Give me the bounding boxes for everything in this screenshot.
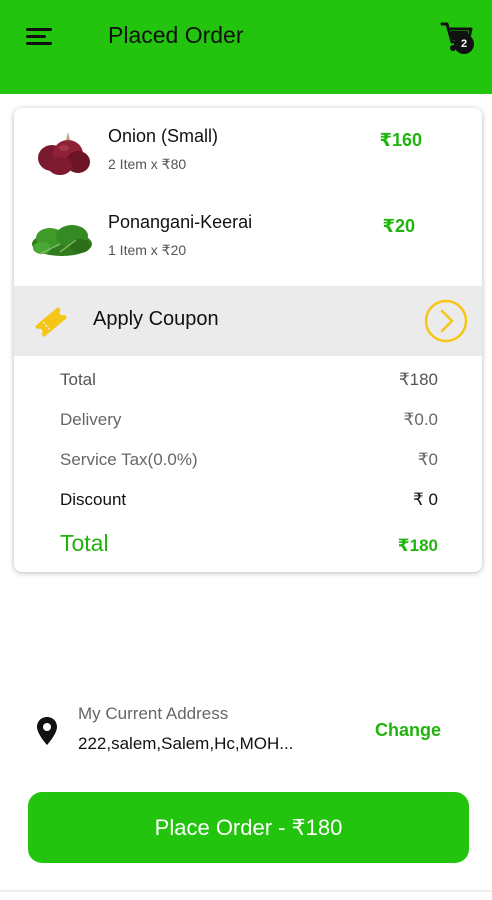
item-price: ₹160 bbox=[379, 130, 422, 150]
summary-tax-row: Service Tax(0.0%) ₹0 bbox=[60, 450, 438, 476]
summary-delivery-value: ₹0.0 bbox=[403, 410, 438, 429]
order-item: Onion (Small) 2 Item x ₹80 ₹160 bbox=[14, 120, 482, 200]
item-quantity: 1 Item x ₹20 bbox=[108, 242, 187, 258]
bottom-divider bbox=[0, 890, 492, 892]
change-address-button[interactable]: Change bbox=[375, 720, 441, 741]
summary-discount-row: Discount ₹ 0 bbox=[60, 490, 438, 516]
apply-coupon-label: Apply Coupon bbox=[93, 308, 219, 330]
item-name: Ponangani-Keerai bbox=[108, 212, 253, 232]
grand-total-label: Total bbox=[60, 530, 109, 556]
summary-tax-value: ₹0 bbox=[417, 450, 438, 469]
summary-total-row: Total ₹180 bbox=[60, 370, 438, 396]
location-pin-icon bbox=[37, 717, 57, 745]
summary-discount-label: Discount bbox=[60, 490, 127, 509]
greens-image bbox=[32, 225, 92, 256]
summary-total-label: Total bbox=[60, 370, 96, 389]
delivery-address: My Current Address 222,salem,Salem,Hc,MO… bbox=[0, 700, 492, 764]
summary-discount-value: ₹ 0 bbox=[413, 490, 438, 509]
onion-image bbox=[38, 132, 90, 175]
cart-count-badge: 2 bbox=[454, 34, 474, 54]
item-quantity: 2 Item x ₹80 bbox=[108, 156, 187, 172]
summary-delivery-label: Delivery bbox=[60, 410, 122, 429]
grand-total-value: ₹180 bbox=[397, 536, 438, 555]
summary-grand-total-row: Total ₹180 bbox=[60, 530, 438, 562]
summary-total-value: ₹180 bbox=[398, 370, 438, 389]
app-header: Placed Order 2 bbox=[0, 0, 492, 94]
item-name: Onion (Small) bbox=[108, 126, 219, 146]
address-label: My Current Address bbox=[78, 704, 229, 723]
summary-tax-label: Service Tax(0.0%) bbox=[60, 450, 198, 469]
apply-coupon-row[interactable]: Apply Coupon bbox=[14, 286, 482, 356]
order-item: Ponangani-Keerai 1 Item x ₹20 ₹20 bbox=[14, 206, 482, 286]
menu-icon[interactable] bbox=[26, 26, 54, 48]
address-value: 222,salem,Salem,Hc,MOH... bbox=[78, 734, 294, 753]
coupon-ticket-icon bbox=[35, 306, 67, 338]
place-order-button[interactable]: Place Order - ₹180 bbox=[28, 792, 469, 863]
page-title: Placed Order bbox=[108, 22, 244, 48]
order-summary-card: Onion (Small) 2 Item x ₹80 ₹160 Ponangan… bbox=[14, 108, 482, 572]
chevron-right-icon[interactable] bbox=[424, 299, 468, 343]
summary-delivery-row: Delivery ₹0.0 bbox=[60, 410, 438, 436]
item-price: ₹20 bbox=[382, 216, 415, 236]
